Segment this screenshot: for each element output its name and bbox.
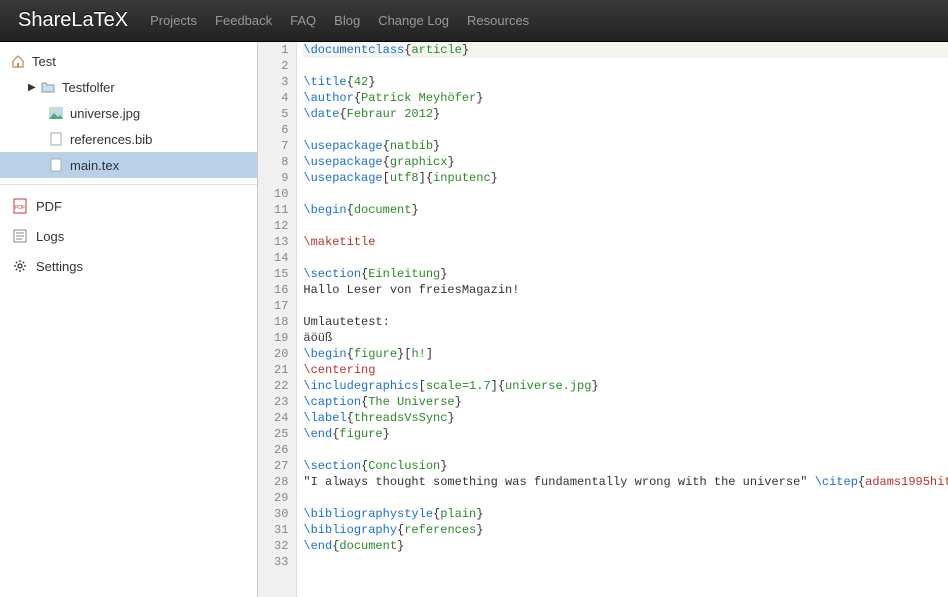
code-line[interactable]: \usepackage{graphicx} <box>303 154 948 170</box>
code-line[interactable] <box>303 490 948 506</box>
side-label: PDF <box>36 199 62 214</box>
code-line[interactable]: \begin{figure}[h!] <box>303 346 948 362</box>
code-line[interactable]: \section{Einleitung} <box>303 266 948 282</box>
tree-root[interactable]: Test <box>0 48 257 74</box>
sidebar: Test ▶ Testfolfer universe.jpg references… <box>0 42 258 597</box>
file-label: references.bib <box>70 132 152 147</box>
code-line[interactable]: \includegraphics[scale=1.7]{universe.jpg… <box>303 378 948 394</box>
code-line[interactable] <box>303 554 948 570</box>
code-line[interactable]: \title{42} <box>303 74 948 90</box>
code-line[interactable]: "I always thought something was fundamen… <box>303 474 948 490</box>
settings-icon <box>12 258 28 274</box>
brand-logo[interactable]: ShareLaTeX <box>18 9 128 32</box>
code-line[interactable] <box>303 122 948 138</box>
tree-folder-label: Testfolfer <box>62 80 115 95</box>
file-icon <box>48 105 64 121</box>
home-icon <box>10 53 26 69</box>
code-line[interactable]: Hallo Leser von freiesMagazin! <box>303 282 948 298</box>
code-line[interactable]: Umlautetest: <box>303 314 948 330</box>
logs-icon <box>12 228 28 244</box>
code-line[interactable]: \usepackage[utf8]{inputenc} <box>303 170 948 186</box>
nav-resources[interactable]: Resources <box>467 13 529 28</box>
file-main-tex[interactable]: main.tex <box>0 152 257 178</box>
code-line[interactable] <box>303 250 948 266</box>
code-line[interactable]: \section{Conclusion} <box>303 458 948 474</box>
code-line[interactable] <box>303 58 948 74</box>
nav-feedback[interactable]: Feedback <box>215 13 272 28</box>
divider <box>0 184 257 185</box>
pdf-icon: PDF <box>12 198 28 214</box>
side-label: Settings <box>36 259 83 274</box>
code-line[interactable]: \label{threadsVsSync} <box>303 410 948 426</box>
code-line[interactable]: \end{figure} <box>303 426 948 442</box>
nav-projects[interactable]: Projects <box>150 13 197 28</box>
side-pdf[interactable]: PDF PDF <box>0 191 257 221</box>
code-line[interactable]: \caption{The Universe} <box>303 394 948 410</box>
navbar: ShareLaTeX Projects Feedback FAQ Blog Change… <box>0 0 948 42</box>
side-settings[interactable]: Settings <box>0 251 257 281</box>
side-logs[interactable]: Logs <box>0 221 257 251</box>
folder-icon <box>40 79 56 95</box>
code-line[interactable]: \centering <box>303 362 948 378</box>
code-line[interactable]: \date{Febraur 2012} <box>303 106 948 122</box>
file-label: universe.jpg <box>70 106 140 121</box>
tree-folder[interactable]: ▶ Testfolfer <box>0 74 257 100</box>
code-line[interactable]: \usepackage{natbib} <box>303 138 948 154</box>
code-line[interactable] <box>303 218 948 234</box>
nav-blog[interactable]: Blog <box>334 13 360 28</box>
side-label: Logs <box>36 229 64 244</box>
line-gutter: 1234567891011121314151617181920212223242… <box>258 42 297 597</box>
svg-text:PDF: PDF <box>15 205 25 211</box>
code-line[interactable] <box>303 442 948 458</box>
code-line[interactable] <box>303 186 948 202</box>
file-icon <box>48 157 64 173</box>
code-line[interactable]: \end{document} <box>303 538 948 554</box>
tree-root-label: Test <box>32 54 56 69</box>
code-line[interactable] <box>303 298 948 314</box>
code-content[interactable]: \documentclass{article} \title{42}\autho… <box>297 42 948 597</box>
file-label: main.tex <box>70 158 119 173</box>
code-line[interactable]: \bibliographystyle{plain} <box>303 506 948 522</box>
code-line[interactable]: äöüß <box>303 330 948 346</box>
code-line[interactable]: \maketitle <box>303 234 948 250</box>
file-universe-jpg[interactable]: universe.jpg <box>0 100 257 126</box>
chevron-right-icon: ▶ <box>28 82 38 93</box>
code-line[interactable]: \documentclass{article} <box>303 42 948 58</box>
file-references-bib[interactable]: references.bib <box>0 126 257 152</box>
nav-change-log[interactable]: Change Log <box>378 13 449 28</box>
code-line[interactable]: \begin{document} <box>303 202 948 218</box>
code-line[interactable]: \bibliography{references} <box>303 522 948 538</box>
main-container: Test ▶ Testfolfer universe.jpg references… <box>0 42 948 597</box>
code-line[interactable]: \author{Patrick Meyhöfer} <box>303 90 948 106</box>
file-icon <box>48 131 64 147</box>
code-editor[interactable]: 1234567891011121314151617181920212223242… <box>258 42 948 597</box>
nav-faq[interactable]: FAQ <box>290 13 316 28</box>
